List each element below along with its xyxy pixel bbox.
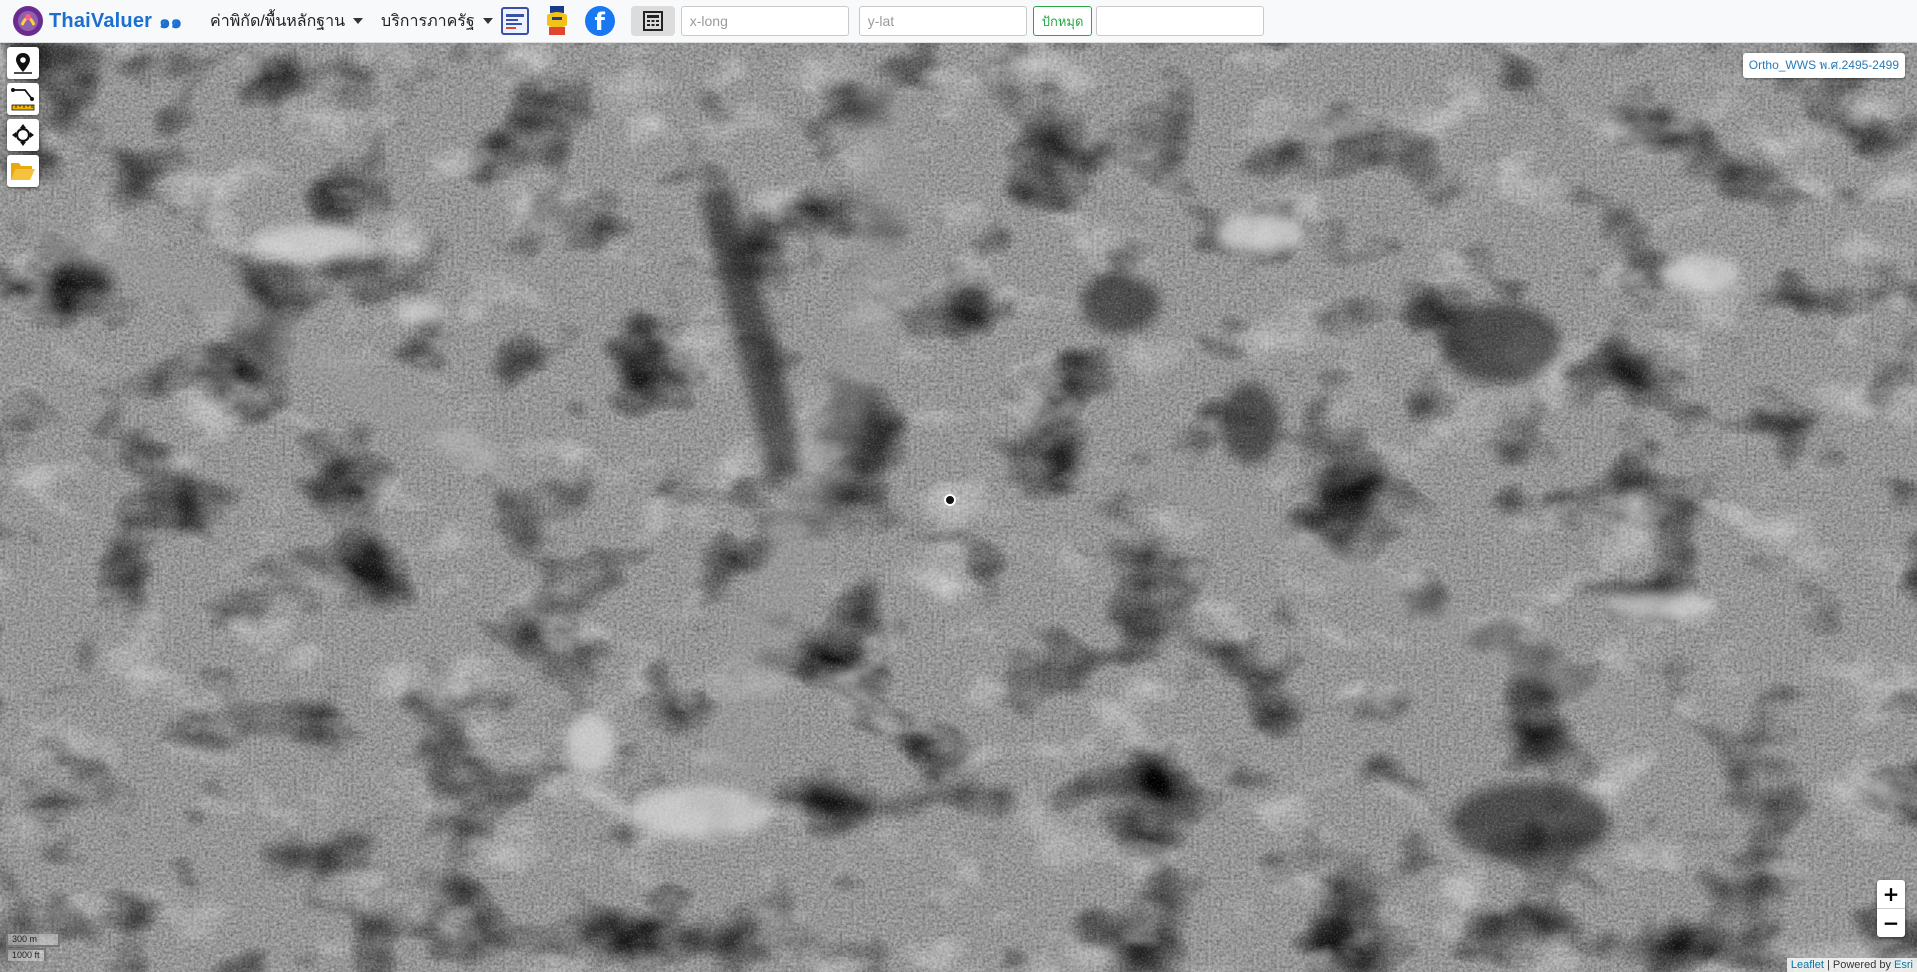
scale-metric: 300 m [6,934,60,947]
coordinates-menu[interactable]: ค่าพิกัด/พื้นหลักฐาน [210,9,364,34]
land-registry-icon [500,7,529,35]
brand-suffix: ๑๑ [159,11,183,32]
chevron-down-icon [353,18,364,24]
coordinates-menu-label: ค่าพิกัด/พื้นหลักฐาน [210,12,346,30]
map-attribution: Leaflet | Powered by Esri [1786,958,1917,972]
attribution-separator: | Powered by [1823,959,1895,971]
map-canvas[interactable]: Ortho_WWS พ.ศ.2495-2499 + − 300 m 1000 f… [0,43,1917,972]
top-navbar: ThaiValuer ๑๑ ค่าพิกัด/พื้นหลักฐาน บริกา… [0,0,1917,43]
sign-up-button[interactable] [541,5,573,37]
search-input[interactable] [1096,6,1265,36]
zoom-control: + − [1877,880,1905,937]
brand-link[interactable]: ThaiValuer ๑๑ [12,5,182,37]
open-folder-icon [11,163,35,180]
brand-logo-icon [13,6,43,36]
add-marker-icon [14,53,32,74]
leaflet-link[interactable]: Leaflet [1791,959,1824,971]
facebook-link[interactable]: f [584,6,615,36]
location-marker[interactable] [944,494,956,506]
brand-name: ThaiValuer [49,9,153,32]
calculator-icon [642,11,663,31]
pin-button[interactable]: ปักหมุด [1032,6,1093,36]
x-long-input[interactable] [680,6,849,36]
esri-link[interactable]: Esri [1894,959,1913,971]
layer-name-label: Ortho_WWS พ.ศ.2495-2499 [1742,53,1905,78]
locate-icon [12,124,34,146]
zoom-in-button[interactable]: + [1877,880,1905,908]
locate-button[interactable] [7,119,39,151]
sign-up-icon [546,6,567,35]
facebook-icon: f [584,6,615,36]
land-registry-button[interactable] [500,7,529,35]
scale-bar: 300 m 1000 ft [6,934,60,961]
measure-icon [11,88,35,111]
zoom-out-button[interactable]: − [1877,908,1905,937]
y-lat-input[interactable] [858,6,1027,36]
measure-tool-button[interactable] [7,83,39,115]
government-services-menu-label: บริการภาครัฐ [381,12,475,30]
add-marker-button[interactable] [7,47,39,79]
government-services-menu[interactable]: บริการภาครัฐ [381,9,493,34]
scale-imperial: 1000 ft [6,948,46,961]
aerial-photo-basemap [0,43,1917,972]
chevron-down-icon [482,18,493,24]
calculator-button[interactable] [630,6,675,36]
open-file-button[interactable] [7,155,39,187]
